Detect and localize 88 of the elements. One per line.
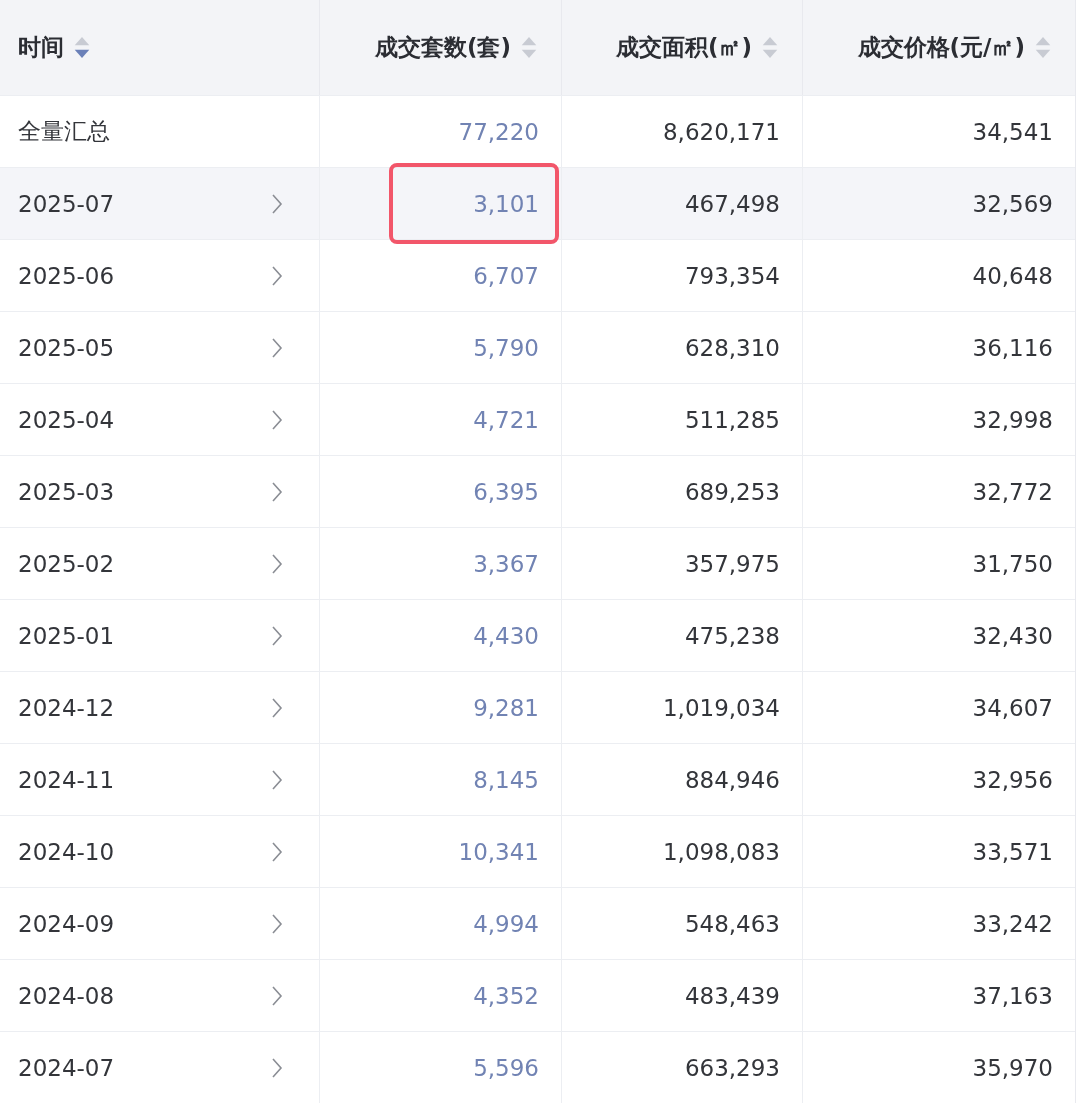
chevron-right-icon[interactable] — [271, 912, 283, 935]
price-cell: 40,648 — [972, 262, 1053, 289]
table-row[interactable]: 2024-07 5,596 663,293 35,970 — [0, 1031, 1075, 1103]
chevron-right-icon[interactable] — [271, 768, 283, 791]
area-cell: 628,310 — [684, 334, 780, 361]
area-cell: 1,019,034 — [662, 694, 780, 721]
table-row[interactable]: 2024-12 9,281 1,019,034 34,607 — [0, 671, 1075, 743]
chevron-right-icon[interactable] — [271, 192, 283, 215]
price-cell: 37,163 — [972, 982, 1053, 1009]
table-row[interactable]: 2024-11 8,145 884,946 32,956 — [0, 743, 1075, 815]
price-cell: 34,541 — [972, 118, 1053, 145]
chevron-right-icon[interactable] — [271, 552, 283, 575]
area-cell: 884,946 — [684, 766, 780, 793]
area-cell: 663,293 — [684, 1054, 780, 1081]
column-header[interactable]: 成交面积(㎡) — [562, 0, 803, 95]
column-header[interactable]: 时间 — [0, 0, 320, 95]
chevron-right-icon[interactable] — [271, 624, 283, 647]
chevron-right-icon[interactable] — [271, 336, 283, 359]
price-cell: 32,998 — [972, 406, 1053, 433]
price-cell: 36,116 — [972, 334, 1053, 361]
period-cell: 2024-07 — [18, 1054, 115, 1081]
table-row[interactable]: 2025-01 4,430 475,238 32,430 — [0, 599, 1075, 671]
chevron-right-icon[interactable] — [271, 840, 283, 863]
chevron-right-icon[interactable] — [271, 1056, 283, 1079]
area-cell: 793,354 — [684, 262, 780, 289]
chevron-right-icon[interactable] — [271, 264, 283, 287]
table-row[interactable]: 2025-04 4,721 511,285 32,998 — [0, 383, 1075, 455]
table-row[interactable]: 2025-05 5,790 628,310 36,116 — [0, 311, 1075, 383]
price-cell: 32,772 — [972, 478, 1053, 505]
period-cell: 2024-08 — [18, 982, 115, 1009]
table-row[interactable]: 2024-09 4,994 548,463 33,242 — [0, 887, 1075, 959]
column-title: 成交面积(㎡) — [615, 33, 752, 62]
units-link[interactable]: 3,367 — [473, 550, 539, 577]
table-row[interactable]: 2025-02 3,367 357,975 31,750 — [0, 527, 1075, 599]
period-cell: 2025-02 — [18, 550, 115, 577]
price-cell: 32,569 — [972, 190, 1053, 217]
price-cell: 32,956 — [972, 766, 1053, 793]
price-cell: 33,571 — [972, 838, 1053, 865]
units-link[interactable]: 4,430 — [473, 622, 539, 649]
table-row[interactable]: 2024-08 4,352 483,439 37,163 — [0, 959, 1075, 1031]
column-title: 时间 — [18, 33, 64, 62]
period-cell: 2025-04 — [18, 406, 115, 433]
units-link[interactable]: 5,596 — [473, 1054, 539, 1081]
column-title: 成交价格(元/㎡) — [857, 33, 1025, 62]
price-cell: 33,242 — [972, 910, 1053, 937]
units-link[interactable]: 4,352 — [473, 982, 539, 1009]
period-cell: 2025-01 — [18, 622, 115, 649]
area-cell: 483,439 — [684, 982, 780, 1009]
period-cell: 2025-03 — [18, 478, 115, 505]
period-cell: 2024-12 — [18, 694, 115, 721]
area-cell: 467,498 — [684, 190, 780, 217]
period-cell-text: 全量汇总 — [18, 117, 110, 146]
units-link[interactable]: 9,281 — [473, 694, 539, 721]
period-cell: 2025-06 — [18, 262, 115, 289]
period-cell: 2025-07 — [18, 190, 115, 217]
area-cell: 548,463 — [684, 910, 780, 937]
table-row[interactable]: 2025-03 6,395 689,253 32,772 — [0, 455, 1075, 527]
area-cell: 1,098,083 — [662, 838, 780, 865]
area-cell: 511,285 — [684, 406, 780, 433]
area-cell: 357,975 — [684, 550, 780, 577]
column-title: 成交套数(套) — [374, 33, 511, 62]
chevron-right-icon[interactable] — [271, 408, 283, 431]
units-link[interactable]: 6,395 — [473, 478, 539, 505]
units-link[interactable]: 8,145 — [473, 766, 539, 793]
price-cell: 34,607 — [972, 694, 1053, 721]
units-link[interactable]: 6,707 — [473, 262, 539, 289]
column-header[interactable]: 成交价格(元/㎡) — [803, 0, 1075, 95]
table-row[interactable]: 2024-10 10,341 1,098,083 33,571 — [0, 815, 1075, 887]
units-link[interactable]: 4,721 — [473, 406, 539, 433]
period-cell: 2024-10 — [18, 838, 115, 865]
area-cell: 8,620,171 — [662, 118, 780, 145]
units-link[interactable]: 5,790 — [473, 334, 539, 361]
period-cell: 2024-11 — [18, 766, 115, 793]
period-cell: 2024-09 — [18, 910, 115, 937]
chevron-right-icon[interactable] — [271, 696, 283, 719]
chevron-right-icon[interactable] — [271, 984, 283, 1007]
units-link[interactable]: 4,994 — [473, 910, 539, 937]
price-cell: 32,430 — [972, 622, 1053, 649]
price-cell: 35,970 — [972, 1054, 1053, 1081]
area-cell: 475,238 — [684, 622, 780, 649]
price-cell: 31,750 — [972, 550, 1053, 577]
table-row[interactable]: 2025-06 6,707 793,354 40,648 — [0, 239, 1075, 311]
column-header[interactable]: 成交套数(套) — [320, 0, 562, 95]
units-link[interactable]: 77,220 — [458, 118, 539, 145]
chevron-right-icon[interactable] — [271, 480, 283, 503]
units-link[interactable]: 10,341 — [458, 838, 539, 865]
area-cell: 689,253 — [684, 478, 780, 505]
period-cell: 2025-05 — [18, 334, 115, 361]
